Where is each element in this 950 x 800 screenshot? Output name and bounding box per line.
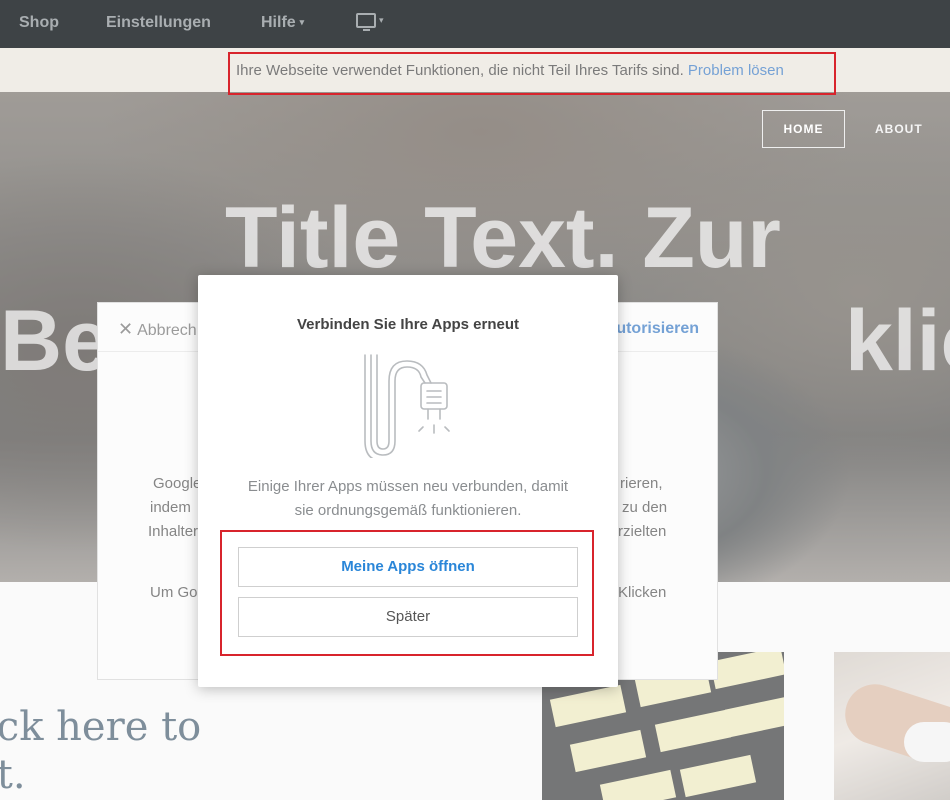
modal-message-line1: Einige Ihrer Apps müssen neu verbunden, …	[247, 478, 569, 495]
buttons-highlight-box	[220, 530, 594, 656]
topbar-item-settings[interactable]: Einstellungen	[106, 14, 211, 32]
modal-message: Einige Ihrer Apps müssen neu verbunden, …	[218, 475, 598, 523]
topbar-item-label: Shop	[19, 14, 59, 31]
topbar-item-label: Hilfe	[261, 14, 296, 31]
chevron-down-icon[interactable]: ▾	[379, 15, 384, 26]
notice-highlight-box	[228, 52, 836, 95]
editor-topbar: Shop Einstellungen Hilfe ▾ ▾	[0, 0, 950, 48]
monitor-icon[interactable]	[356, 13, 376, 31]
topbar-item-shop[interactable]: Shop	[19, 14, 59, 32]
modal-title: Verbinden Sie Ihre Apps erneut	[297, 316, 519, 333]
modal-message-line2: sie ordnungsgemäß funktionieren.	[294, 502, 522, 519]
plug-icon	[364, 354, 450, 458]
topbar-item-help[interactable]: Hilfe ▾	[261, 14, 304, 32]
chevron-down-icon: ▾	[299, 17, 305, 28]
topbar-item-label: Einstellungen	[106, 14, 211, 31]
